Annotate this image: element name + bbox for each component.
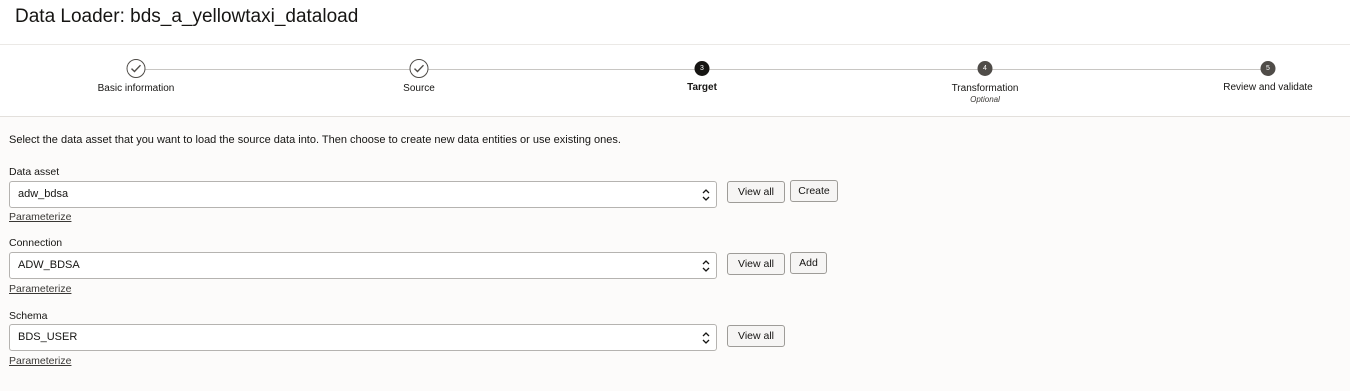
connection-value: ADW_BDSA <box>18 259 80 271</box>
step-number-badge: 3 <box>694 61 710 76</box>
step-label: Transformation <box>951 83 1019 94</box>
schema-label: Schema <box>9 310 48 322</box>
connection-view-all-button[interactable]: View all <box>727 253 785 275</box>
check-circle-icon <box>409 59 429 78</box>
data-asset-label: Data asset <box>9 166 60 178</box>
step-number-badge: 5 <box>1260 61 1276 76</box>
data-asset-view-all-button[interactable]: View all <box>727 181 785 203</box>
schema-select[interactable]: BDS_USER <box>9 324 717 351</box>
intro-text: Select the data asset that you want to l… <box>9 134 621 146</box>
schema-view-all-button[interactable]: View all <box>727 325 785 347</box>
connection-parameterize-link[interactable]: Parameterize <box>9 283 71 295</box>
connection-label: Connection <box>9 237 63 249</box>
connection-add-button[interactable]: Add <box>790 252 827 274</box>
chevron-up-down-icon <box>702 189 710 201</box>
title-bar: Data Loader: bds_a_yellowtaxi_dataload <box>0 0 1350 44</box>
step-label: Target <box>687 82 717 93</box>
step-label: Source <box>403 83 435 94</box>
data-asset-parameterize-link[interactable]: Parameterize <box>9 211 71 223</box>
page-title: Data Loader: bds_a_yellowtaxi_dataload <box>15 6 359 27</box>
data-asset-select[interactable]: adw_bdsa <box>9 181 717 208</box>
data-asset-value: adw_bdsa <box>18 188 69 200</box>
chevron-up-down-icon <box>702 332 710 344</box>
step-optional-label: Optional <box>970 95 1000 104</box>
step-connector <box>419 69 702 70</box>
chevron-up-down-icon <box>702 260 710 272</box>
data-asset-create-button[interactable]: Create <box>790 180 838 202</box>
step-connector <box>136 69 419 70</box>
step-connector <box>985 69 1268 70</box>
schema-parameterize-link[interactable]: Parameterize <box>9 355 71 367</box>
check-circle-icon <box>126 59 146 78</box>
step-label: Review and validate <box>1223 82 1313 93</box>
schema-value: BDS_USER <box>18 331 78 343</box>
step-label: Basic information <box>97 83 175 94</box>
wizard-train: Basic information Source 3 Target 4 Tran… <box>0 44 1350 117</box>
connection-select[interactable]: ADW_BDSA <box>9 252 717 279</box>
step-number-badge: 4 <box>977 61 993 76</box>
step-connector <box>702 69 985 70</box>
